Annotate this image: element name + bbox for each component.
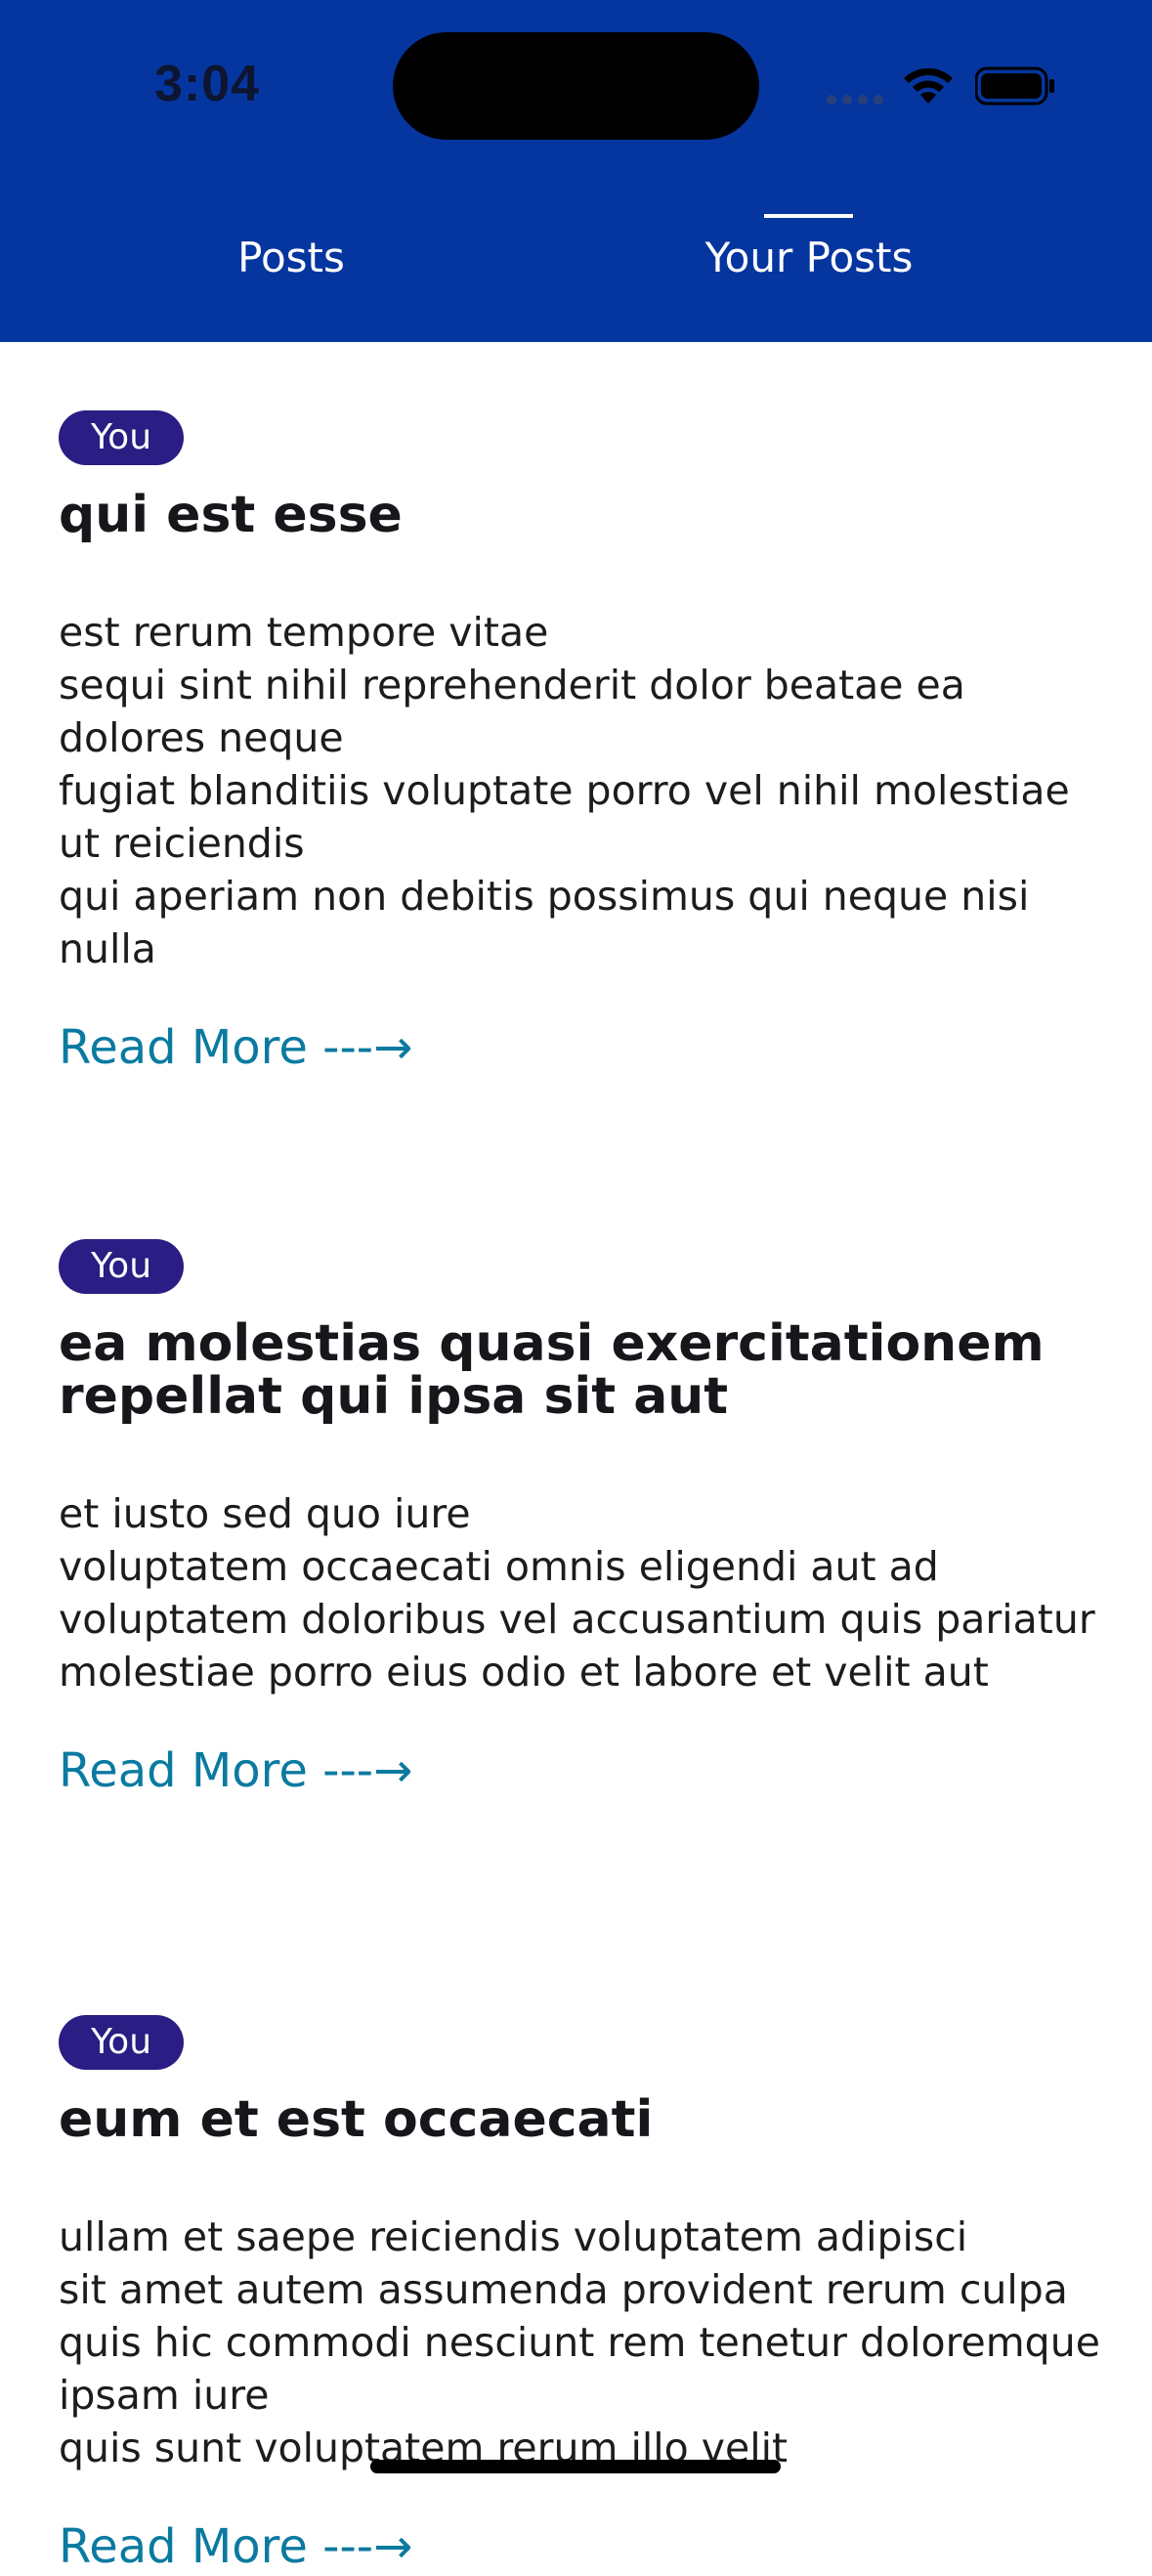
post-body: ullam et saepe reiciendis voluptatem adi… [59, 2213, 1100, 2471]
author-badge: You [59, 2015, 184, 2070]
battery-icon [975, 66, 1054, 106]
post-body: est rerum tempore vitae sequi sint nihil… [59, 609, 1070, 972]
read-more-link[interactable]: Read More ---→ [59, 1741, 1104, 1800]
post-title: eum et est occaecati [59, 2090, 654, 2149]
top-header: 3:04 Posts Your Posts [0, 0, 1152, 342]
status-time: 3:04 [154, 56, 261, 112]
post-card: You eum et est occaecati ullam et saepe … [59, 2015, 1104, 2576]
post-title: ea molestias quasi exercitationem repell… [59, 1314, 1045, 1426]
tab-your-posts[interactable]: Your Posts [684, 229, 934, 287]
author-badge: You [59, 1239, 184, 1294]
cellular-signal-icon [827, 95, 885, 105]
tab-selected-indicator [764, 214, 853, 218]
dynamic-island [393, 32, 759, 140]
read-more-link[interactable]: Read More ---→ [59, 2517, 1104, 2576]
post-body: et iusto sed quo iure voluptatem occaeca… [59, 1490, 1095, 1696]
tab-posts[interactable]: Posts [193, 229, 389, 287]
post-card: You qui est esse est rerum tempore vitae… [59, 410, 1104, 1077]
post-card: You ea molestias quasi exercitationem re… [59, 1239, 1104, 1800]
wifi-icon [904, 67, 953, 104]
author-badge: You [59, 410, 184, 465]
home-indicator[interactable] [370, 2460, 781, 2473]
read-more-link[interactable]: Read More ---→ [59, 1018, 1104, 1077]
post-title: qui est esse [59, 486, 403, 544]
